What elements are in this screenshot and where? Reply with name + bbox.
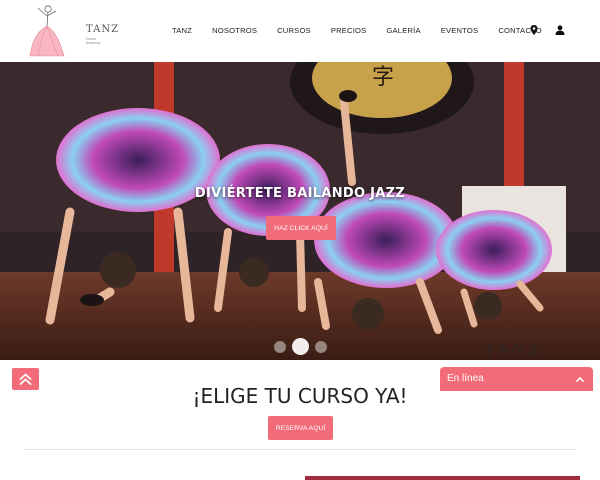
nav-item-cursos[interactable]: CURSOS (277, 26, 311, 35)
section-title: ¡ELIGE TU CURSO YA! (192, 384, 408, 408)
logo-tagline: Dance Academy (86, 37, 101, 45)
divider (24, 449, 576, 450)
main-nav: TANZ NOSOTROS CURSOS PRECIOS GALERÍA EVE… (172, 26, 562, 35)
hero-title: DIVIÉRTETE BAILANDO JAZZ (194, 186, 406, 201)
user-icon[interactable] (554, 24, 566, 36)
slider-dot-2[interactable] (292, 338, 309, 355)
nav-item-eventos[interactable]: EVENTOS (441, 26, 479, 35)
map-marker-icon[interactable] (528, 24, 540, 36)
hero-slider[interactable]: 字 DIVIÉRTETE BAILANDO JAZZ HAZ CLICK AQU… (0, 62, 600, 360)
nav-item-nosotros[interactable]: NOSOTROS (212, 26, 257, 35)
svg-text:字: 字 (372, 65, 394, 90)
nav-item-tanz[interactable]: TANZ (172, 26, 192, 35)
hero-cta-button[interactable]: HAZ CLICK AQUÍ (266, 216, 336, 240)
nav-item-precios[interactable]: PRECIOS (331, 26, 367, 35)
chat-label: En línea (447, 373, 484, 384)
nav-item-galeria[interactable]: GALERÍA (386, 26, 420, 35)
reserve-button[interactable]: RESERVA AQUÍ (268, 416, 333, 440)
hero-watermark: TANZ (484, 340, 543, 359)
next-section-image-edge (305, 476, 580, 480)
logo-text: TANZ (86, 24, 120, 35)
logo[interactable]: TANZ Dance Academy (28, 2, 118, 60)
slider-dot-1[interactable] (274, 341, 286, 353)
slider-dot-3[interactable] (315, 341, 327, 353)
hero-photo: 字 (0, 62, 600, 360)
site-header: TANZ Dance Academy TANZ NOSOTROS CURSOS … (0, 0, 600, 62)
